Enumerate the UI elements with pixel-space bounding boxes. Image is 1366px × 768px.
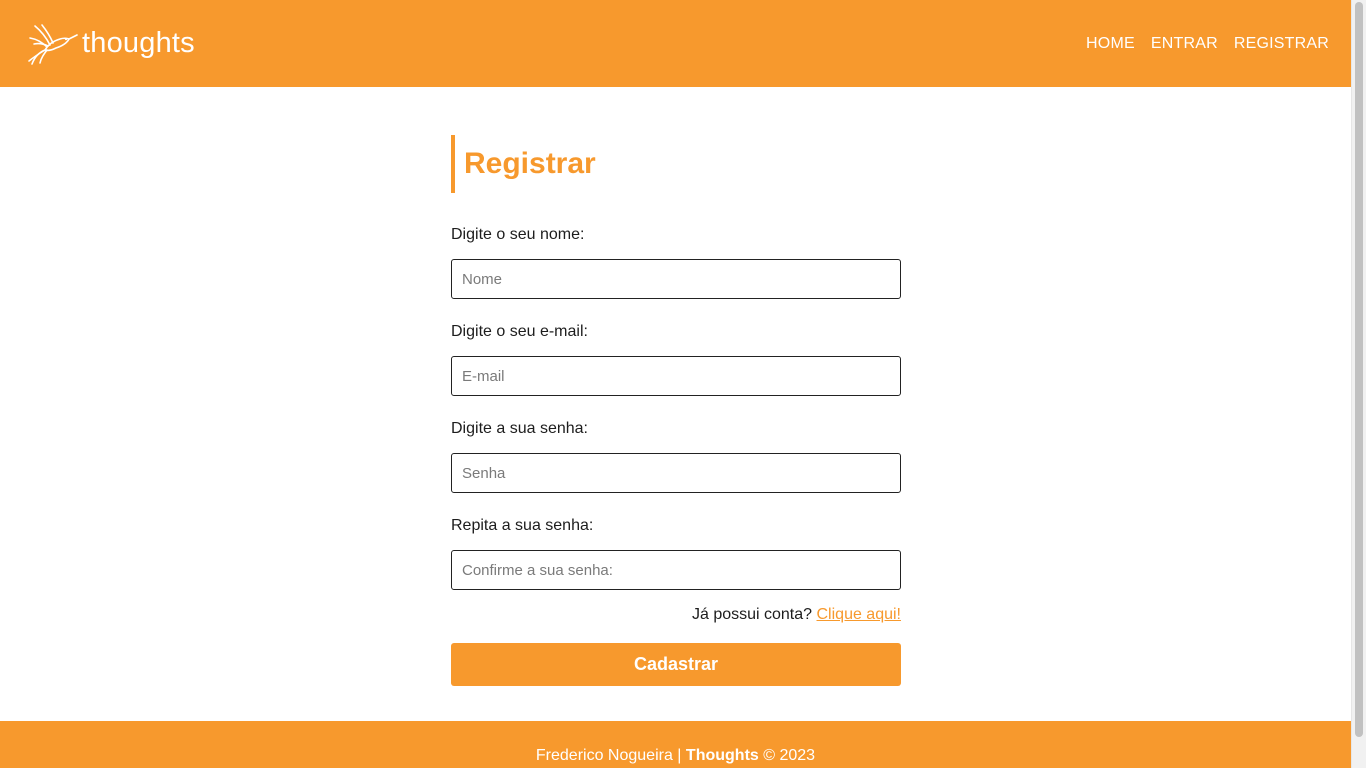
password-field-group: Digite a sua senha:	[451, 420, 901, 493]
nav-link-entrar[interactable]: ENTRAR	[1151, 31, 1218, 57]
confirm-password-field-group: Repita a sua senha:	[451, 517, 901, 590]
password-label: Digite a sua senha:	[451, 420, 588, 437]
confirm-password-label: Repita a sua senha:	[451, 517, 594, 534]
brand-link[interactable]: thoughts	[26, 23, 195, 65]
email-field-group: Digite o seu e-mail:	[451, 323, 901, 396]
login-prompt: Já possui conta? Clique aqui!	[451, 606, 901, 624]
hummingbird-logo-icon	[26, 23, 78, 65]
footer-copyright: © 2023	[763, 747, 816, 764]
nav-link-registrar[interactable]: REGISTRAR	[1234, 31, 1329, 57]
confirm-password-input[interactable]	[451, 550, 901, 590]
login-link[interactable]: Clique aqui!	[817, 606, 902, 623]
submit-button[interactable]: Cadastrar	[451, 643, 901, 686]
password-input[interactable]	[451, 453, 901, 493]
navbar: thoughts HOME ENTRAR REGISTRAR	[0, 0, 1351, 87]
footer-author: Frederico Nogueira |	[535, 747, 682, 764]
register-form: Digite o seu nome: Digite o seu e-mail: …	[451, 226, 901, 686]
nav-link-home[interactable]: HOME	[1086, 31, 1135, 57]
email-label: Digite o seu e-mail:	[451, 323, 588, 340]
login-prompt-text: Já possui conta?	[691, 606, 813, 623]
footer-brand: Thoughts	[685, 747, 759, 764]
name-label: Digite o seu nome:	[451, 226, 585, 243]
nav-links: HOME ENTRAR REGISTRAR	[1086, 31, 1329, 57]
register-container: Registrar Digite o seu nome: Digite o se…	[451, 135, 901, 686]
email-input[interactable]	[451, 356, 901, 396]
vertical-scrollbar[interactable]	[1351, 0, 1366, 768]
page-title: Registrar	[451, 135, 901, 193]
name-input[interactable]	[451, 259, 901, 299]
brand-name: thoughts	[82, 27, 195, 59]
name-field-group: Digite o seu nome:	[451, 226, 901, 299]
page-viewport: thoughts HOME ENTRAR REGISTRAR Registrar…	[0, 0, 1351, 768]
scrollbar-thumb[interactable]	[1355, 2, 1363, 737]
footer: Frederico Nogueira | Thoughts © 2023	[0, 721, 1351, 768]
